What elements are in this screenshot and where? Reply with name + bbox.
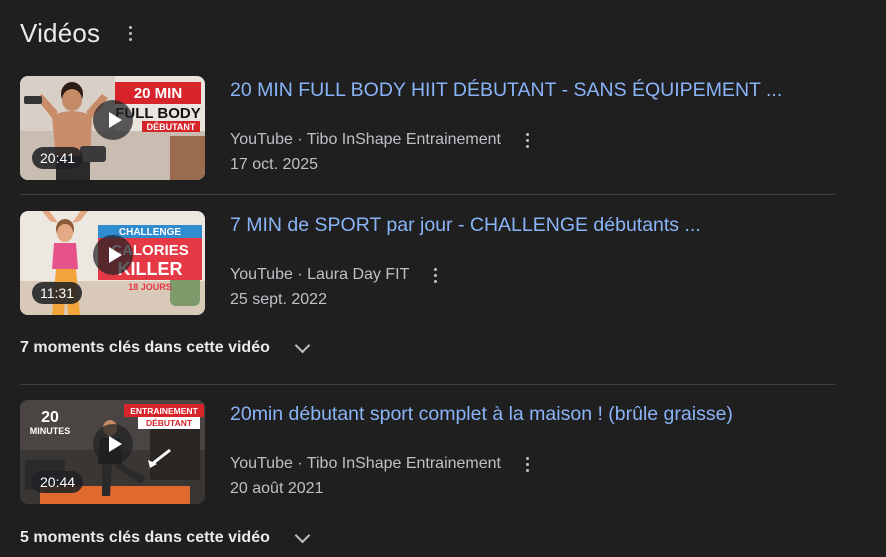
video-title-link[interactable]: 20 MIN FULL BODY HIIT DÉBUTANT - SANS ÉQ…	[230, 79, 782, 102]
video-thumbnail[interactable]: 20 MINUTES ENTRAINEMENT DÉBUTANT 20:44	[20, 400, 205, 504]
video-more-options-icon[interactable]	[519, 452, 535, 476]
video-thumbnail[interactable]: 20 MIN FULL BODY DÉBUTANT 20:41	[20, 76, 205, 180]
video-title-link[interactable]: 20min débutant sport complet à la maison…	[230, 403, 733, 426]
video-duration: 20:44	[32, 471, 84, 493]
section-title: Vidéos	[20, 18, 101, 48]
key-moments-toggle[interactable]: 7 moments clés dans cette vidéo	[20, 337, 311, 357]
videos-panel: Vidéos 20 MIN FULL BODY DÉBUTANT 20:41 2…	[0, 0, 886, 557]
video-source: YouTube · Laura Day FIT	[230, 263, 443, 287]
video-source: YouTube · Tibo InShape Entrainement	[230, 452, 535, 476]
thumb-text-1: 20 MIN	[134, 85, 182, 102]
video-thumbnail[interactable]: CHALLENGE CALORIES KILLER 18 JOURS 11:31	[20, 211, 205, 315]
play-icon	[93, 235, 133, 275]
key-moments-toggle[interactable]: 5 moments clés dans cette vidéo	[20, 527, 311, 547]
video-duration: 11:31	[32, 282, 82, 304]
video-date: 17 oct. 2025	[230, 156, 319, 173]
video-result: CHALLENGE CALORIES KILLER 18 JOURS 11:31…	[20, 211, 840, 317]
video-duration: 20:41	[32, 147, 84, 169]
video-title-link[interactable]: 7 MIN de SPORT par jour - CHALLENGE débu…	[230, 214, 701, 237]
chevron-down-icon	[294, 527, 311, 543]
video-date: 25 sept. 2022	[230, 291, 327, 308]
video-source-text: YouTube · Tibo InShape Entrainement	[230, 131, 501, 148]
thumb-text-2: MINUTES	[30, 426, 71, 436]
divider	[20, 384, 835, 385]
video-result: 20 MINUTES ENTRAINEMENT DÉBUTANT 20:44 2…	[20, 400, 840, 506]
videos-header: Vidéos	[20, 18, 138, 49]
video-more-options-icon[interactable]	[427, 263, 443, 287]
video-source: YouTube · Tibo InShape Entrainement	[230, 128, 535, 152]
chevron-down-icon	[294, 337, 311, 353]
video-more-options-icon[interactable]	[519, 128, 535, 152]
video-source-text: YouTube · Laura Day FIT	[230, 266, 410, 283]
play-icon	[93, 100, 133, 140]
video-date: 20 août 2021	[230, 480, 324, 497]
thumb-text-4: 18 JOURS	[128, 282, 172, 292]
thumb-text-3: DÉBUTANT	[147, 122, 196, 132]
play-icon	[93, 424, 133, 464]
thumb-text-3: ENTRAINEMENT	[130, 406, 198, 416]
thumb-text-1: CHALLENGE	[119, 227, 182, 238]
thumb-text-4: DÉBUTANT	[146, 418, 193, 428]
thumb-text-1: 20	[41, 409, 59, 426]
key-moments-label: 7 moments clés dans cette vidéo	[20, 339, 270, 356]
divider	[20, 194, 835, 195]
section-more-options-icon[interactable]	[122, 22, 138, 46]
video-source-text: YouTube · Tibo InShape Entrainement	[230, 455, 501, 472]
video-result: 20 MIN FULL BODY DÉBUTANT 20:41 20 MIN F…	[20, 76, 840, 182]
key-moments-label: 5 moments clés dans cette vidéo	[20, 529, 270, 546]
